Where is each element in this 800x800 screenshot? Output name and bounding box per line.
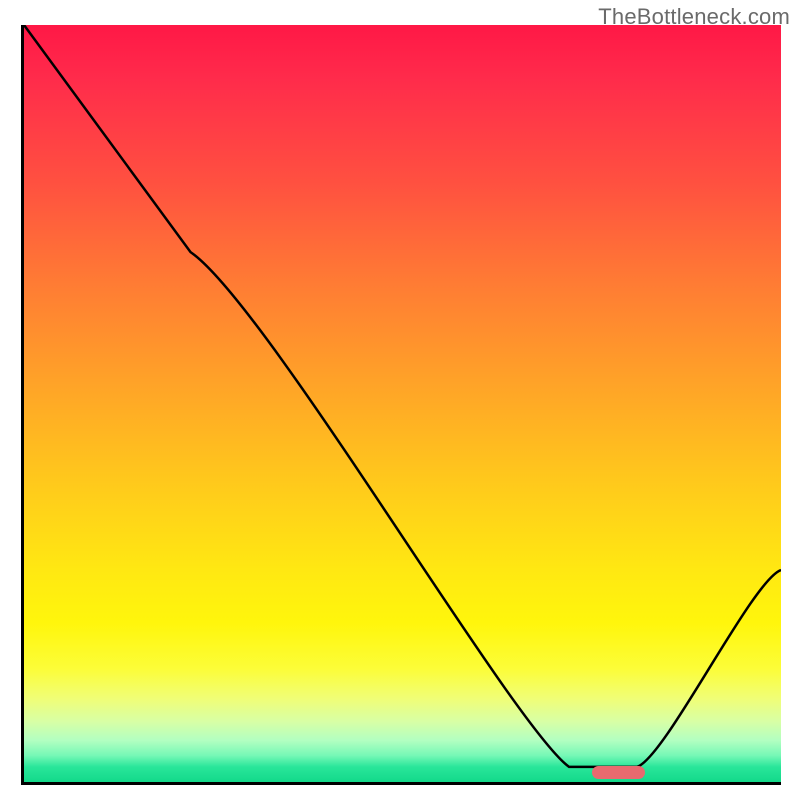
chart-container: TheBottleneck.com	[0, 0, 800, 800]
optimal-range-marker	[592, 766, 645, 779]
bottleneck-curve	[24, 25, 781, 782]
watermark-text: TheBottleneck.com	[598, 4, 790, 30]
plot-area	[21, 25, 781, 785]
